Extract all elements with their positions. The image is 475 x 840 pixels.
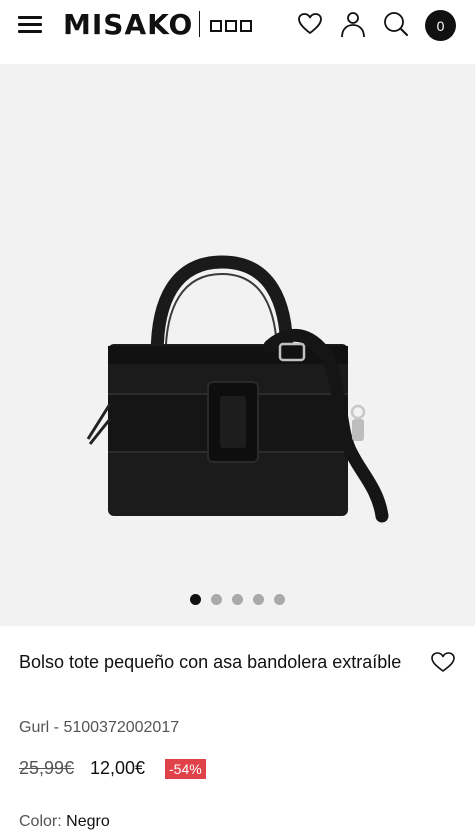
color-value: Negro bbox=[66, 813, 110, 830]
product-gallery[interactable] bbox=[0, 64, 475, 626]
menu-icon[interactable] bbox=[18, 14, 44, 36]
discount-badge: -54% bbox=[165, 759, 206, 779]
cart-count: 0 bbox=[436, 17, 445, 34]
gallery-pagination bbox=[0, 594, 475, 605]
logo-divider bbox=[199, 11, 200, 37]
gallery-dot[interactable] bbox=[253, 594, 264, 605]
brand-logo[interactable]: MISAKO bbox=[63, 8, 193, 42]
gallery-dot[interactable] bbox=[232, 594, 243, 605]
original-price: 25,99€ bbox=[19, 758, 75, 778]
logo-subtitle bbox=[210, 17, 255, 32]
top-header: MISAKO 0 bbox=[0, 0, 475, 64]
color-label: Color: bbox=[19, 813, 62, 830]
account-icon[interactable] bbox=[339, 10, 367, 38]
search-icon[interactable] bbox=[382, 10, 410, 38]
gallery-dot[interactable] bbox=[190, 594, 201, 605]
cart-button[interactable]: 0 bbox=[425, 10, 456, 41]
color-selector-label: Color: Negro bbox=[19, 813, 110, 831]
product-image-bag bbox=[86, 255, 389, 523]
wishlist-icon[interactable] bbox=[296, 10, 324, 38]
gallery-dot[interactable] bbox=[274, 594, 285, 605]
product-title: Bolso tote pequeño con asa bandolera ext… bbox=[19, 652, 402, 672]
gallery-dot[interactable] bbox=[211, 594, 222, 605]
product-sku: Gurl - 5100372002017 bbox=[19, 719, 180, 736]
sale-price: 12,00€ bbox=[90, 758, 146, 778]
add-to-wishlist-icon[interactable] bbox=[430, 650, 456, 674]
